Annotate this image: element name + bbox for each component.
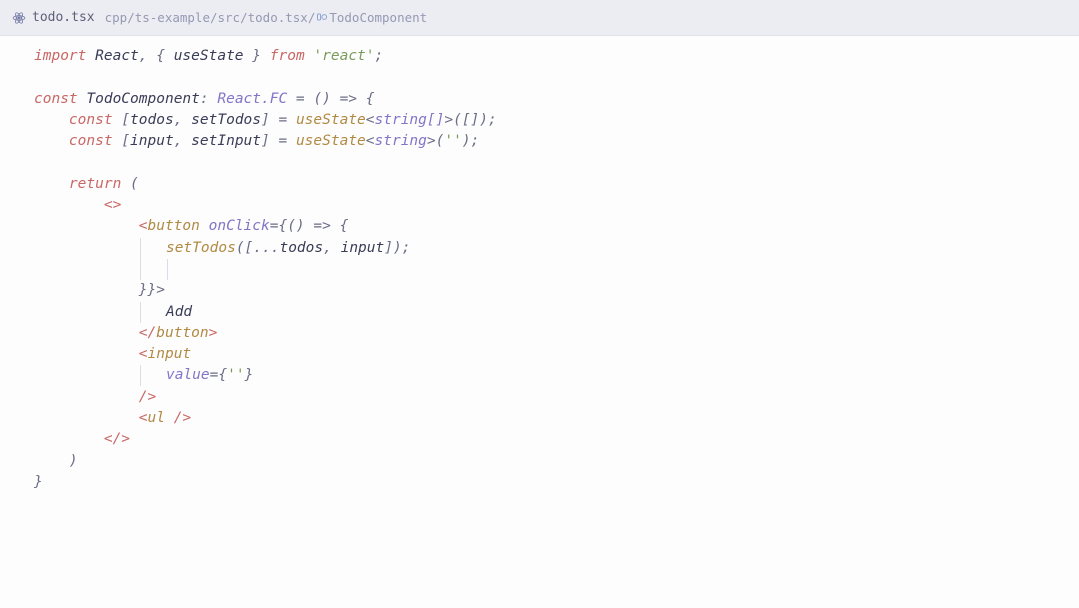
code-editor[interactable]: import React, { useState } from 'react';… <box>0 36 1079 493</box>
code-line: </button> <box>34 323 1079 344</box>
code-line: </> <box>34 429 1079 450</box>
code-line: value={''} <box>34 365 1079 386</box>
code-line: return ( <box>34 174 1079 195</box>
indent-guide <box>167 259 168 280</box>
code-line <box>34 67 1079 88</box>
code-line: /> <box>34 387 1079 408</box>
indent-guide <box>140 238 141 259</box>
code-line: const [input, setInput] = useState<strin… <box>34 131 1079 152</box>
breadcrumb: todo.tsx cpp/ts-example/src/todo.tsx/Tod… <box>0 0 1079 36</box>
react-file-icon <box>12 11 26 25</box>
symbol-method-icon <box>316 11 328 23</box>
code-line <box>34 152 1079 173</box>
code-line: } <box>34 472 1079 493</box>
indent-guide <box>140 365 141 386</box>
code-line <box>34 259 1079 280</box>
code-line: const TodoComponent: React.FC = () => { <box>34 89 1079 110</box>
code-line: const [todos, setTodos] = useState<strin… <box>34 110 1079 131</box>
code-line: }}> <box>34 280 1079 301</box>
code-line: setTodos([...todos, input]); <box>34 238 1079 259</box>
breadcrumb-filename[interactable]: todo.tsx <box>32 10 95 25</box>
code-line: <button onClick={() => { <box>34 216 1079 237</box>
code-line: <input <box>34 344 1079 365</box>
indent-guide <box>140 302 141 323</box>
code-line: ) <box>34 451 1079 472</box>
code-line: import React, { useState } from 'react'; <box>34 46 1079 67</box>
indent-guide <box>140 259 141 280</box>
code-line: Add <box>34 302 1079 323</box>
breadcrumb-symbol[interactable]: TodoComponent <box>329 10 427 25</box>
code-line: <ul /> <box>34 408 1079 429</box>
code-line: <> <box>34 195 1079 216</box>
breadcrumb-path[interactable]: cpp/ts-example/src/todo.tsx/TodoComponen… <box>105 10 428 25</box>
